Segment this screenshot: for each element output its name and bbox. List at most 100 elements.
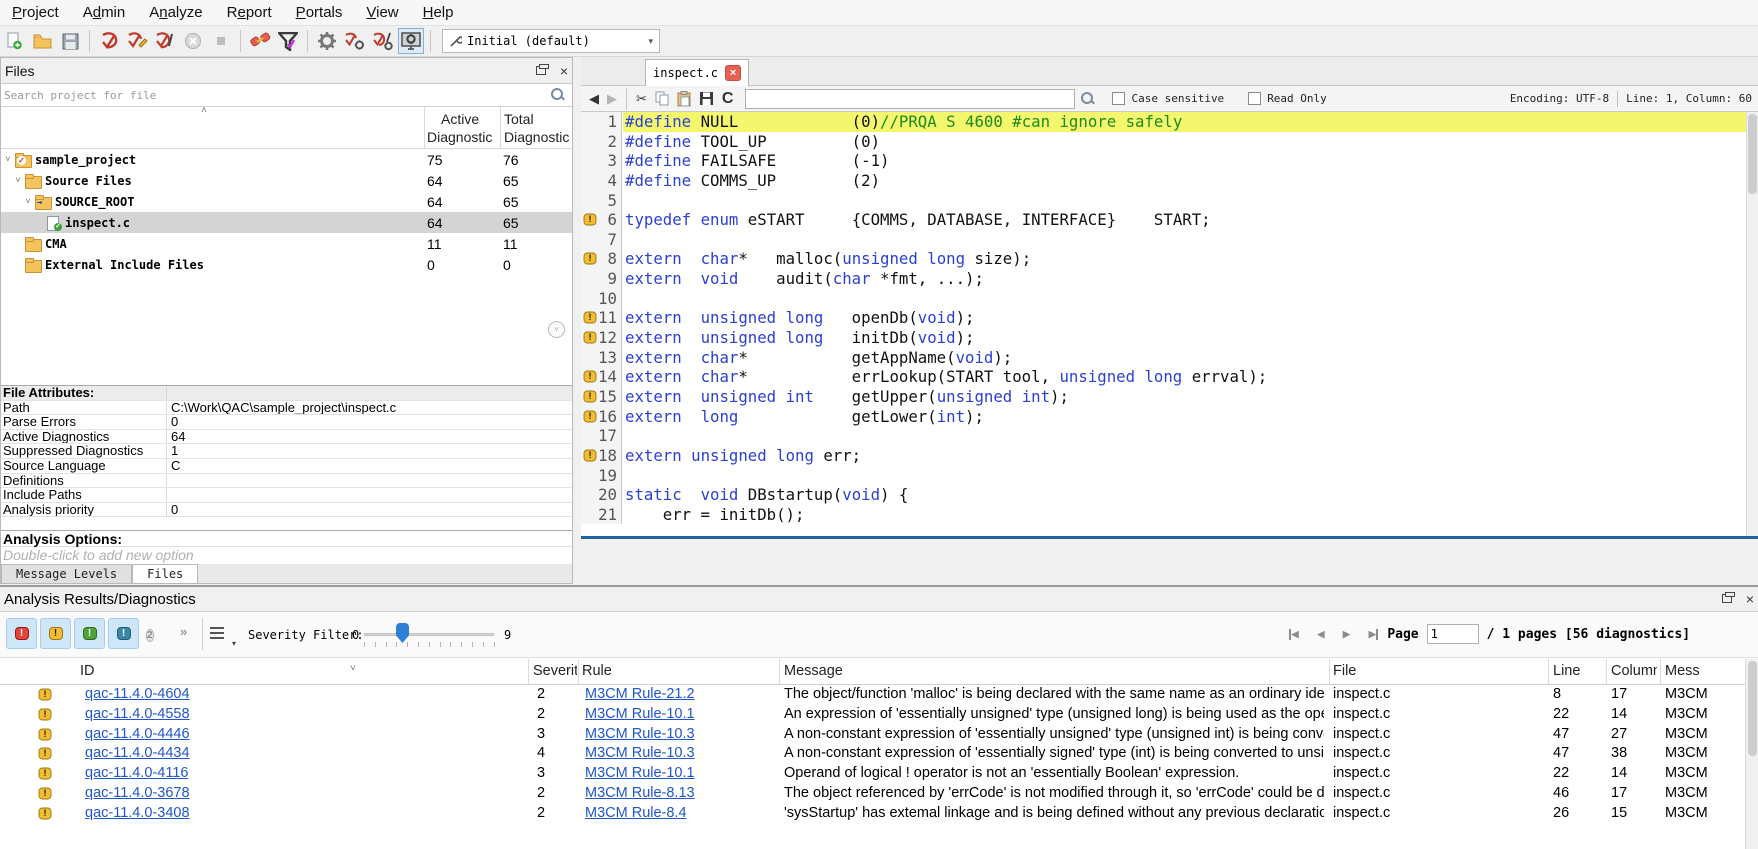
copy-icon[interactable] xyxy=(655,91,669,106)
code-line-5[interactable]: 5 xyxy=(581,191,1746,211)
diagnostic-id-link[interactable]: qac-11.4.0-4558 xyxy=(85,706,190,722)
case-sensitive-checkbox[interactable] xyxy=(1112,92,1125,105)
rule-link[interactable]: M3CM Rule-10.3 xyxy=(585,745,695,761)
warning-bubble-icon[interactable] xyxy=(584,253,597,265)
diagnostics-table-header[interactable]: ˅ ID Severity Rule Message File Line Col… xyxy=(0,659,1758,685)
code-line-14[interactable]: 14extern char* errLookup(START tool, uns… xyxy=(581,367,1746,387)
code-line-18[interactable]: 18extern unsigned long err; xyxy=(581,446,1746,466)
editor-search-icon[interactable] xyxy=(1080,91,1096,107)
more-filters-icon[interactable]: » xyxy=(180,624,187,639)
rule-link[interactable]: M3CM Rule-8.13 xyxy=(585,785,695,801)
menu-item-view[interactable]: View xyxy=(354,0,410,26)
code-line-11[interactable]: 11extern unsigned long openDb(void); xyxy=(581,308,1746,328)
diagnostic-row-qac-11.4.0-4558[interactable]: qac-11.4.0-45582M3CM Rule-10.1An express… xyxy=(0,705,1758,725)
expand-chevron-icon[interactable]: ˅ xyxy=(13,175,23,186)
code-line-1[interactable]: 1#define NULL (0)//PRQA S 4600 #can igno… xyxy=(581,112,1746,132)
save-project-button[interactable] xyxy=(57,28,83,54)
rule-link[interactable]: M3CM Rule-10.1 xyxy=(585,765,695,781)
expand-chevron-icon[interactable]: ˅ xyxy=(3,154,13,165)
stop-analysis-button[interactable] xyxy=(180,28,206,54)
analysis-config-button[interactable] xyxy=(342,28,368,54)
attributes-expander-button[interactable]: ˅ xyxy=(548,321,565,338)
analysis-options-placeholder[interactable]: Double-click to add new option xyxy=(1,547,572,564)
analyze-clean-button[interactable] xyxy=(124,28,150,54)
code-line-16[interactable]: 16extern long getLower(int); xyxy=(581,407,1746,427)
diagnostic-row-qac-11.4.0-3408[interactable]: qac-11.4.0-34082M3CM Rule-8.4'sysStartup… xyxy=(0,804,1758,824)
code-line-15[interactable]: 15extern unsigned int getUpper(unsigned … xyxy=(581,387,1746,407)
code-line-20[interactable]: 20static void DBstartup(void) { xyxy=(581,485,1746,505)
analyze-file-button[interactable] xyxy=(152,28,178,54)
reload-icon[interactable]: C xyxy=(722,90,734,108)
rule-link[interactable]: M3CM Rule-10.1 xyxy=(585,706,695,722)
col-rule[interactable]: Rule xyxy=(582,663,612,679)
diagnostic-id-link[interactable]: qac-11.4.0-4434 xyxy=(85,745,190,761)
diagnostic-row-qac-11.4.0-4446[interactable]: qac-11.4.0-44463M3CM Rule-10.3A non-cons… xyxy=(0,725,1758,745)
diagnostic-id-link[interactable]: qac-11.4.0-4116 xyxy=(85,765,188,781)
code-line-10[interactable]: 10 xyxy=(581,289,1746,309)
warning-bubble-icon[interactable] xyxy=(584,410,597,422)
prev-page-icon[interactable]: ◀ xyxy=(1317,627,1325,642)
warning-bubble-icon[interactable] xyxy=(584,449,597,461)
dashboard-config-button[interactable] xyxy=(398,28,424,54)
col-file[interactable]: File xyxy=(1333,663,1356,679)
diagnostic-id-link[interactable]: qac-11.4.0-3678 xyxy=(85,785,190,801)
menu-item-report[interactable]: Report xyxy=(215,0,284,26)
menu-item-project[interactable]: Project xyxy=(0,0,71,26)
diagnostic-id-link[interactable]: qac-11.4.0-3408 xyxy=(85,805,190,821)
open-project-button[interactable] xyxy=(29,28,55,54)
expand-chevron-icon[interactable]: ˅ xyxy=(23,196,33,207)
page-number-input[interactable] xyxy=(1427,624,1479,644)
navigate-back-icon[interactable]: ◀ xyxy=(589,91,599,107)
col-column[interactable]: Column xyxy=(1611,663,1657,679)
code-line-9[interactable]: 9extern void audit(char *fmt, ...); xyxy=(581,269,1746,289)
severity-yellow-toggle[interactable] xyxy=(40,618,71,649)
paste-icon[interactable] xyxy=(677,91,691,107)
editor-search-input[interactable] xyxy=(745,89,1075,109)
col-line[interactable]: Line xyxy=(1553,663,1580,679)
severity-blue-toggle[interactable] xyxy=(108,618,139,649)
diagnostic-row-qac-11.4.0-4434[interactable]: qac-11.4.0-44344M3CM Rule-10.3A non-cons… xyxy=(0,744,1758,764)
code-line-13[interactable]: 13extern char* getAppName(void); xyxy=(581,348,1746,368)
code-line-8[interactable]: 8extern char* malloc(unsigned long size)… xyxy=(581,249,1746,269)
diagnostic-row-qac-11.4.0-4604[interactable]: qac-11.4.0-46042M3CM Rule-21.2The object… xyxy=(0,685,1758,705)
configuration-dropdown[interactable]: Initial (default) ▾ xyxy=(442,29,660,53)
code-line-4[interactable]: 4#define COMMS_UP (2) xyxy=(581,171,1746,191)
analyze-button[interactable] xyxy=(96,28,122,54)
tree-row-source-root[interactable]: ˅→SOURCE_ROOT6465 xyxy=(1,191,572,212)
diagnostic-row-qac-11.4.0-3678[interactable]: qac-11.4.0-36782M3CM Rule-8.13The object… xyxy=(0,784,1758,804)
warning-bubble-icon[interactable] xyxy=(584,332,597,344)
diagnostic-id-link[interactable]: qac-11.4.0-4446 xyxy=(85,726,190,742)
menu-item-admin[interactable]: Admin xyxy=(71,0,138,26)
stop-all-button[interactable] xyxy=(208,28,234,54)
close-panel-icon[interactable]: × xyxy=(560,64,568,78)
warning-bubble-icon[interactable] xyxy=(584,390,597,402)
menu-item-portals[interactable]: Portals xyxy=(284,0,355,26)
close-panel-icon[interactable]: × xyxy=(1746,592,1754,606)
tab-files[interactable]: Files xyxy=(132,564,198,583)
filter-button[interactable] xyxy=(275,28,301,54)
search-icon[interactable] xyxy=(550,87,566,103)
code-line-6[interactable]: 6typedef enum eSTART {COMMS, DATABASE, I… xyxy=(581,210,1746,230)
analysis-config-alt-button[interactable] xyxy=(370,28,396,54)
tree-row-external-include-files[interactable]: External Include Files00 xyxy=(1,254,572,275)
last-page-icon[interactable]: ▶ xyxy=(1368,627,1378,642)
warning-bubble-icon[interactable] xyxy=(584,371,597,383)
diagnostic-id-link[interactable]: qac-11.4.0-4604 xyxy=(85,686,190,702)
code-line-19[interactable]: 19 xyxy=(581,466,1746,486)
file-search-input[interactable] xyxy=(1,84,572,106)
menu-item-analyze[interactable]: Analyze xyxy=(137,0,214,26)
warning-bubble-icon[interactable] xyxy=(584,312,597,324)
diagnostic-row-qac-11.4.0-4116[interactable]: qac-11.4.0-41163M3CM Rule-10.1Operand of… xyxy=(0,764,1758,784)
severity-green-toggle[interactable] xyxy=(74,618,105,649)
save-file-icon[interactable] xyxy=(699,91,714,106)
tree-row-sample-project[interactable]: ˅✓sample_project7576 xyxy=(1,149,572,170)
rule-link[interactable]: M3CM Rule-8.4 xyxy=(585,805,687,821)
tree-row-source-files[interactable]: ˅Source Files6465 xyxy=(1,170,572,191)
tree-row-cma[interactable]: CMA1111 xyxy=(1,233,572,254)
first-page-icon[interactable]: ◀ xyxy=(1289,627,1299,642)
rule-link[interactable]: M3CM Rule-21.2 xyxy=(585,686,695,702)
code-line-2[interactable]: 2#define TOOL_UP (0) xyxy=(581,132,1746,152)
navigate-forward-icon[interactable]: ▶ xyxy=(607,91,617,107)
results-scrollbar[interactable] xyxy=(1745,659,1758,849)
menu-item-help[interactable]: Help xyxy=(411,0,466,26)
